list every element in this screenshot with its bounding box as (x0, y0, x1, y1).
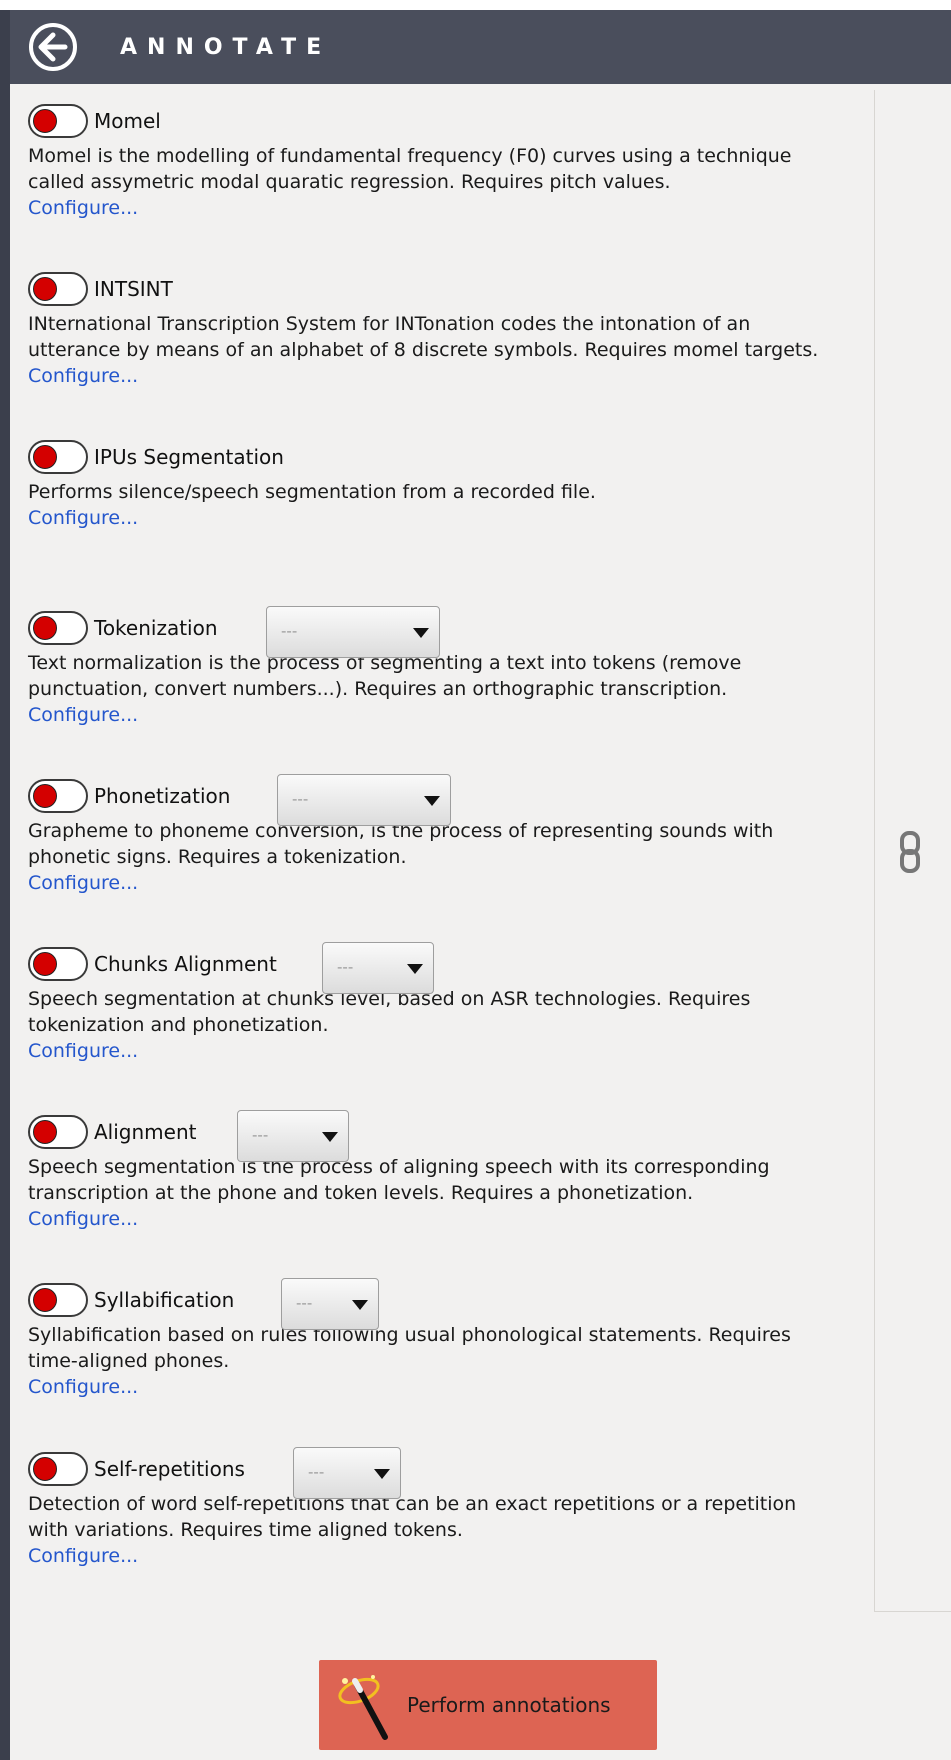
toggle-tokenization[interactable] (28, 611, 88, 645)
toggle-momel[interactable] (28, 104, 88, 138)
toggle-knob (33, 784, 57, 808)
annotation-name: Syllabification (94, 1288, 235, 1312)
annotation-description: INternational Transcription System for I… (28, 313, 819, 361)
dropdown-chunks-alignment[interactable]: --- (322, 942, 434, 994)
annotation-name: Phonetization (94, 784, 231, 808)
chevron-down-icon (374, 1469, 390, 1479)
chevron-down-icon (413, 628, 429, 638)
link-icon[interactable] (899, 831, 921, 873)
dropdown-value: --- (308, 1463, 325, 1481)
annotation-name: INTSINT (94, 277, 173, 301)
perform-annotations-button[interactable]: Perform annotations (319, 1660, 657, 1750)
dropdown-self-repetitions[interactable]: --- (293, 1447, 401, 1499)
toggle-syllabification[interactable] (28, 1283, 88, 1317)
toggle-knob (33, 277, 57, 301)
annotation-description: Performs silence/speech segmentation fro… (28, 481, 596, 503)
chevron-down-icon (322, 1132, 338, 1142)
side-panel (874, 90, 951, 1612)
annotation-name: IPUs Segmentation (94, 445, 284, 469)
annotation-self-repetitions: Self-repetitions --- Detection of word s… (28, 1447, 828, 1569)
configure-link-ipus-segmentation[interactable]: Configure... (28, 505, 138, 531)
magic-wand-icon (338, 1675, 388, 1740)
annotation-tokenization: Tokenization --- Text normalization is t… (28, 606, 828, 728)
toggle-chunks-alignment[interactable] (28, 947, 88, 981)
annotation-alignment: Alignment --- Speech segmentation is the… (28, 1110, 828, 1232)
configure-link-momel[interactable]: Configure... (28, 195, 138, 221)
perform-annotations-label: Perform annotations (407, 1693, 611, 1717)
toggle-knob (33, 109, 57, 133)
toggle-knob (33, 445, 57, 469)
annotation-phonetization: Phonetization --- Grapheme to phoneme co… (28, 774, 828, 896)
configure-link-syllabification[interactable]: Configure... (28, 1374, 138, 1400)
configure-link-alignment[interactable]: Configure... (28, 1206, 138, 1232)
back-button[interactable] (26, 20, 80, 74)
toggle-knob (33, 952, 57, 976)
chevron-down-icon (424, 796, 440, 806)
header-bar: ANNOTATE (10, 10, 951, 84)
left-window-border (0, 0, 10, 1760)
toggle-ipus-segmentation[interactable] (28, 440, 88, 474)
dropdown-tokenization[interactable]: --- (266, 606, 440, 658)
configure-link-self-repetitions[interactable]: Configure... (28, 1543, 138, 1569)
annotation-description: Detection of word self-repetitions that … (28, 1493, 797, 1541)
annotation-momel: Momel Momel is the modelling of fundamen… (28, 103, 828, 221)
toggle-knob (33, 1457, 57, 1481)
dropdown-value: --- (292, 790, 309, 808)
dropdown-syllabification[interactable]: --- (281, 1278, 379, 1330)
annotation-name: Alignment (94, 1120, 197, 1144)
toggle-knob (33, 1120, 57, 1144)
annotation-syllabification: Syllabification --- Syllabification base… (28, 1278, 828, 1400)
annotation-name: Chunks Alignment (94, 952, 277, 976)
dropdown-value: --- (281, 622, 298, 640)
dropdown-value: --- (296, 1294, 313, 1312)
annotation-chunks-alignment: Chunks Alignment --- Speech segmentation… (28, 942, 828, 1064)
top-window-strip (0, 0, 951, 10)
annotation-description: Momel is the modelling of fundamental fr… (28, 145, 792, 193)
dropdown-value: --- (337, 958, 354, 976)
toggle-phonetization[interactable] (28, 779, 88, 813)
configure-link-chunks-alignment[interactable]: Configure... (28, 1038, 138, 1064)
back-arrow-icon (29, 23, 77, 71)
toggle-intsint[interactable] (28, 272, 88, 306)
chevron-down-icon (352, 1300, 368, 1310)
configure-link-phonetization[interactable]: Configure... (28, 870, 138, 896)
annotation-intsint: INTSINT INternational Transcription Syst… (28, 271, 828, 389)
dropdown-alignment[interactable]: --- (237, 1110, 349, 1162)
annotation-name: Self-repetitions (94, 1457, 245, 1481)
toggle-knob (33, 1288, 57, 1312)
annotation-description: Speech segmentation is the process of al… (28, 1156, 770, 1204)
annotation-name: Momel (94, 109, 161, 133)
page-title: ANNOTATE (120, 34, 332, 60)
annotation-description: Syllabification based on rules following… (28, 1324, 791, 1372)
annotation-name: Tokenization (94, 616, 218, 640)
configure-link-intsint[interactable]: Configure... (28, 363, 138, 389)
toggle-alignment[interactable] (28, 1115, 88, 1149)
dropdown-phonetization[interactable]: --- (277, 774, 451, 826)
toggle-knob (33, 616, 57, 640)
chevron-down-icon (407, 964, 423, 974)
dropdown-value: --- (252, 1126, 269, 1144)
toggle-self-repetitions[interactable] (28, 1452, 88, 1486)
annotation-ipus-segmentation: IPUs Segmentation Performs silence/speec… (28, 439, 828, 531)
configure-link-tokenization[interactable]: Configure... (28, 702, 138, 728)
